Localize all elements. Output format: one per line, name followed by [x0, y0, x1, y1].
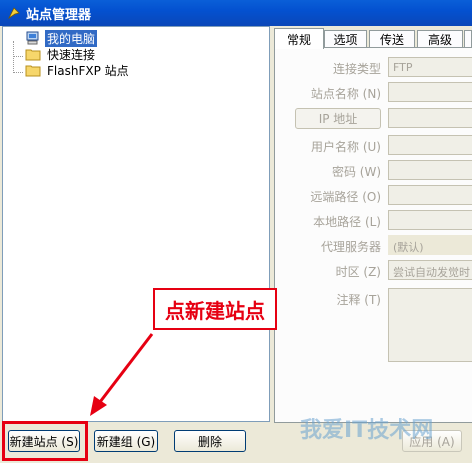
- tab-general[interactable]: 常规: [274, 28, 324, 49]
- callout-box: 点新建站点: [153, 288, 277, 330]
- callout-arrow: [90, 333, 154, 416]
- watermark: 我爱IT技术网: [300, 418, 434, 443]
